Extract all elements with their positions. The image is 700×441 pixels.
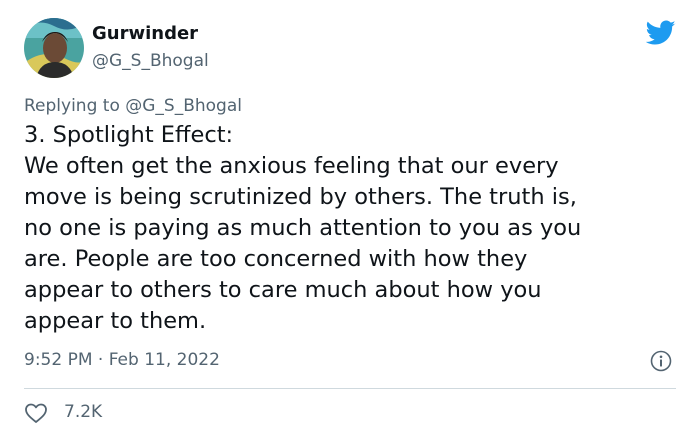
user-handle[interactable]: @G_S_Bhogal <box>92 49 209 73</box>
like-count: 7.2K <box>64 402 103 422</box>
tweet-timestamp[interactable]: 9:52 PM · Feb 11, 2022 <box>24 349 220 371</box>
twitter-bird-icon[interactable] <box>645 20 676 46</box>
avatar[interactable] <box>24 18 84 78</box>
display-name[interactable]: Gurwinder <box>92 22 209 46</box>
heart-icon[interactable] <box>24 402 48 424</box>
divider <box>24 388 676 389</box>
tweet-header: Gurwinder @G_S_Bhogal <box>24 18 676 82</box>
info-icon[interactable] <box>650 350 672 372</box>
replying-to[interactable]: Replying to @G_S_Bhogal <box>24 95 242 117</box>
tweet-text: 3. Spotlight Effect: We often get the an… <box>24 122 582 334</box>
